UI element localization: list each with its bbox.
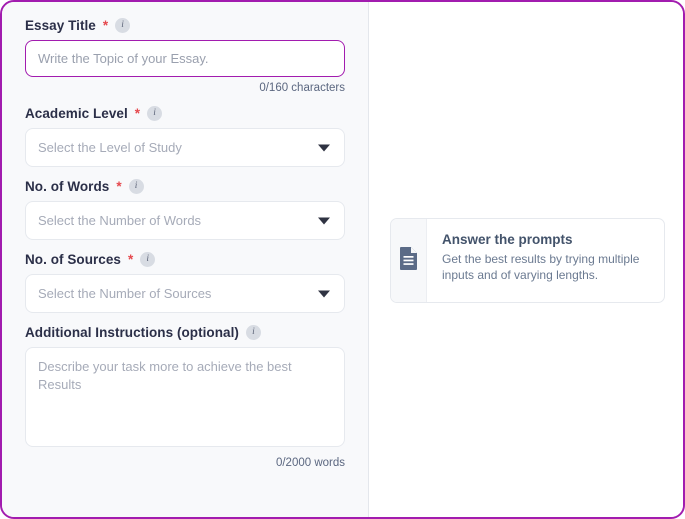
field-label-additional-instructions: Additional Instructions (optional)	[25, 325, 239, 340]
info-icon-essay-title[interactable]: i	[115, 18, 131, 33]
no-of-words-placeholder: Select the Number of Words	[38, 213, 202, 228]
label-row-academic-level: Academic Level * i	[25, 106, 345, 121]
hint-card-title: Answer the prompts	[442, 232, 573, 247]
essay-generator-window: Essay Title * i 0/160 characters Academic…	[0, 0, 685, 519]
no-of-sources-placeholder: Select the Number of Sources	[38, 286, 212, 301]
essay-title-counter: 0/160 characters	[259, 82, 345, 94]
required-asterisk-academic-level: *	[134, 106, 141, 121]
academic-level-placeholder: Select the Level of Study	[38, 140, 182, 155]
label-row-no-of-words: No. of Words * i	[25, 179, 345, 194]
info-icon-academic-level[interactable]: i	[147, 106, 163, 121]
no-of-words-select[interactable]: Select the Number of Words	[25, 201, 345, 240]
academic-level-select[interactable]: Select the Level of Study	[25, 128, 345, 167]
result-panel: Answer the prompts Get the best results …	[369, 2, 683, 517]
field-no-of-sources: No. of Sources * i Select the Number of S…	[25, 252, 345, 313]
additional-instructions-counter: 0/2000 words	[275, 457, 345, 469]
info-icon-additional-instructions[interactable]: i	[245, 325, 261, 340]
essay-title-input[interactable]	[25, 40, 345, 77]
label-row-essay-title: Essay Title * i	[25, 18, 345, 33]
field-label-no-of-words: No. of Words	[25, 179, 110, 194]
required-asterisk-no-of-words: *	[116, 179, 122, 194]
info-icon-no-of-words[interactable]: i	[128, 179, 144, 194]
hint-card-answer-prompts: Answer the prompts Get the best results …	[390, 218, 665, 303]
chevron-down-icon	[318, 217, 330, 224]
additional-instructions-textarea[interactable]	[25, 347, 345, 447]
field-label-essay-title: Essay Title	[25, 18, 96, 33]
hint-icon-column	[391, 219, 427, 302]
label-row-no-of-sources: No. of Sources * i	[25, 252, 345, 267]
field-no-of-words: No. of Words * i Select the Number of Wor…	[25, 179, 345, 240]
field-essay-title: Essay Title * i 0/160 characters	[25, 18, 345, 94]
field-academic-level: Academic Level * i Select the Level of St…	[25, 106, 345, 167]
chevron-down-icon	[318, 290, 330, 297]
no-of-sources-select[interactable]: Select the Number of Sources	[25, 274, 345, 313]
required-asterisk-no-of-sources: *	[127, 252, 134, 267]
field-additional-instructions: Additional Instructions (optional) i 0/2…	[25, 325, 345, 469]
field-label-no-of-sources: No. of Sources	[25, 252, 121, 267]
required-asterisk-essay-title: *	[102, 18, 109, 33]
label-row-additional-instructions: Additional Instructions (optional) i	[25, 325, 345, 340]
hint-card-body: Answer the prompts Get the best results …	[427, 219, 664, 302]
info-icon-no-of-sources[interactable]: i	[140, 252, 156, 267]
chevron-down-icon	[318, 144, 330, 151]
field-label-academic-level: Academic Level	[25, 106, 128, 121]
hint-card-description: Get the best results by trying multiple …	[442, 252, 640, 283]
form-panel: Essay Title * i 0/160 characters Academic…	[2, 2, 369, 517]
document-icon	[399, 246, 419, 275]
